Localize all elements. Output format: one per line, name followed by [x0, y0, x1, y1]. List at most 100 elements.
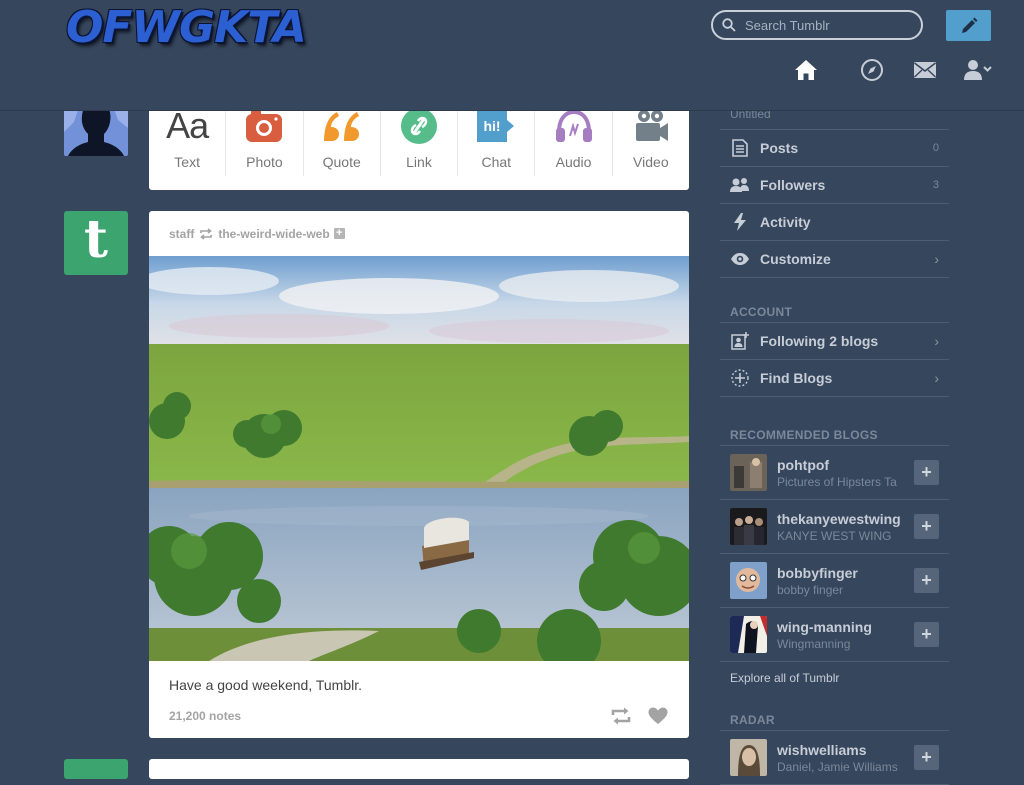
post-type-audio[interactable]: Audio — [535, 106, 613, 176]
activity-icon — [734, 213, 746, 231]
radar-heading: RADAR — [720, 695, 949, 731]
post-photo[interactable] — [149, 256, 689, 661]
quote-icon — [323, 112, 359, 141]
blog-name: pohtpof — [777, 456, 830, 473]
blog-name: wing-manning — [777, 618, 872, 635]
blog-name: bobbyfinger — [777, 564, 858, 581]
sidebar-item-label: Followers — [760, 177, 826, 193]
following-icon — [731, 332, 749, 350]
follow-plus-icon[interactable]: + — [333, 228, 345, 239]
eye-icon — [731, 253, 749, 265]
post-type-label: Quote — [322, 154, 361, 170]
recommended-blog[interactable]: pohtpof Pictures of Hipsters Ta + — [720, 446, 949, 500]
link-icon — [400, 108, 437, 144]
posts-icon — [732, 139, 748, 157]
post-type-quote[interactable]: Quote — [304, 106, 381, 176]
sidebar-item-customize[interactable]: Customize › — [720, 241, 949, 278]
search-icon — [722, 18, 736, 32]
sidebar-item-following[interactable]: Following 2 blogs › — [720, 323, 949, 360]
home-icon — [794, 60, 817, 80]
post-notes-count[interactable]: 21,200 notes — [169, 709, 241, 723]
account-icon — [963, 60, 992, 80]
staff-avatar[interactable]: t — [64, 211, 128, 275]
post-author-link[interactable]: staff — [169, 227, 194, 241]
sidebar-item-label: Find Blogs — [760, 370, 833, 386]
blog-logo[interactable]: OFWGKTA — [66, 2, 307, 53]
top-header: OFWGKTA — [0, 0, 1024, 111]
sidebar-item-find-blogs[interactable]: Find Blogs › — [720, 360, 949, 397]
dashboard-post: staff the-weird-wide-web + Have a good w… — [149, 211, 689, 738]
sidebar-item-label: Activity — [760, 214, 811, 230]
reblog-small-icon — [200, 227, 213, 240]
nav-home[interactable] — [792, 57, 819, 83]
follow-button[interactable]: + — [914, 622, 939, 647]
post-type-label: Audio — [555, 154, 592, 170]
blog-subtitle: Daniel, Jamie Williams — [777, 759, 898, 774]
sidebar-item-followers[interactable]: Followers 3 — [720, 167, 949, 204]
nav-account[interactable] — [951, 57, 1004, 83]
recommended-blog[interactable]: wing-manning Wingmanning + — [720, 608, 949, 662]
chevron-right-icon: › — [934, 333, 939, 349]
chevron-right-icon: › — [934, 251, 939, 267]
nav-inbox[interactable] — [898, 57, 951, 83]
blog-avatar — [730, 562, 767, 599]
followers-icon — [730, 178, 749, 192]
heart-icon[interactable] — [648, 707, 668, 725]
reblogged-from-link[interactable]: the-weird-wide-web — [218, 227, 329, 241]
post-type-chat[interactable]: hi! Chat — [458, 106, 536, 176]
post-type-label: Link — [406, 154, 432, 170]
blog-subtitle: Wingmanning — [777, 636, 851, 651]
mail-icon — [913, 62, 936, 78]
search-box[interactable] — [711, 10, 923, 40]
blog-name: wishwelliams — [777, 741, 867, 758]
sidebar-item-label: Following 2 blogs — [760, 333, 879, 349]
follow-button[interactable]: + — [914, 568, 939, 593]
post-type-label: Photo — [246, 154, 283, 170]
explore-link[interactable]: Explore all of Tumblr — [720, 662, 949, 695]
post-footer: 21,200 notes — [149, 693, 689, 725]
right-sidebar: Untitled Posts 0 Followers 3 Activity Cu… — [720, 92, 949, 785]
pencil-icon — [961, 17, 977, 33]
blog-avatar — [730, 616, 767, 653]
blog-name: thekanyewestwing — [777, 510, 901, 527]
tumblr-logo-icon: t — [83, 209, 109, 270]
post-header: staff the-weird-wide-web + — [149, 211, 689, 256]
post-type-photo[interactable]: Photo — [226, 106, 304, 176]
sidebar-item-activity[interactable]: Activity — [720, 204, 949, 241]
search-input[interactable] — [743, 16, 907, 34]
blog-subtitle: KANYE WEST WING — [777, 528, 892, 543]
sidebar-item-label: Customize — [760, 251, 831, 267]
blog-avatar — [730, 454, 767, 491]
next-post — [149, 759, 689, 779]
posts-count: 0 — [932, 142, 939, 154]
sidebar-item-posts[interactable]: Posts 0 — [720, 130, 949, 167]
compose-button[interactable] — [946, 10, 991, 41]
top-nav — [792, 57, 1004, 83]
follow-button[interactable]: + — [914, 745, 939, 770]
post-type-text[interactable]: Aa Text — [149, 105, 227, 176]
recommended-blog[interactable]: thekanyewestwing KANYE WEST WING + — [720, 500, 949, 554]
account-heading: ACCOUNT — [720, 278, 949, 323]
follow-button[interactable]: + — [914, 460, 939, 485]
follow-button[interactable]: + — [914, 514, 939, 539]
blog-avatar — [730, 508, 767, 545]
svg-text:hi!: hi! — [484, 118, 501, 134]
radar-blog[interactable]: wishwelliams Daniel, Jamie Williams + — [720, 731, 949, 785]
nav-explore[interactable] — [845, 57, 898, 83]
sidebar-item-label: Posts — [760, 140, 799, 156]
blog-subtitle: Pictures of Hipsters Ta — [777, 474, 897, 489]
headphones-icon — [555, 109, 592, 142]
text-icon: Aa — [166, 105, 209, 146]
recommended-heading: RECOMMENDED BLOGS — [720, 397, 949, 446]
compass-icon — [860, 59, 883, 81]
chat-icon: hi! — [477, 110, 515, 142]
post-type-label: Video — [633, 154, 669, 170]
post-caption: Have a good weekend, Tumblr. — [169, 677, 363, 693]
post-type-video[interactable]: Video — [613, 106, 689, 176]
reblog-icon[interactable] — [610, 707, 632, 725]
blog-avatar — [730, 739, 767, 776]
next-post-avatar[interactable] — [64, 759, 128, 779]
recommended-blog[interactable]: bobbyfinger bobby finger + — [720, 554, 949, 608]
post-type-link[interactable]: Link — [381, 106, 459, 176]
chevron-right-icon: › — [934, 370, 939, 386]
